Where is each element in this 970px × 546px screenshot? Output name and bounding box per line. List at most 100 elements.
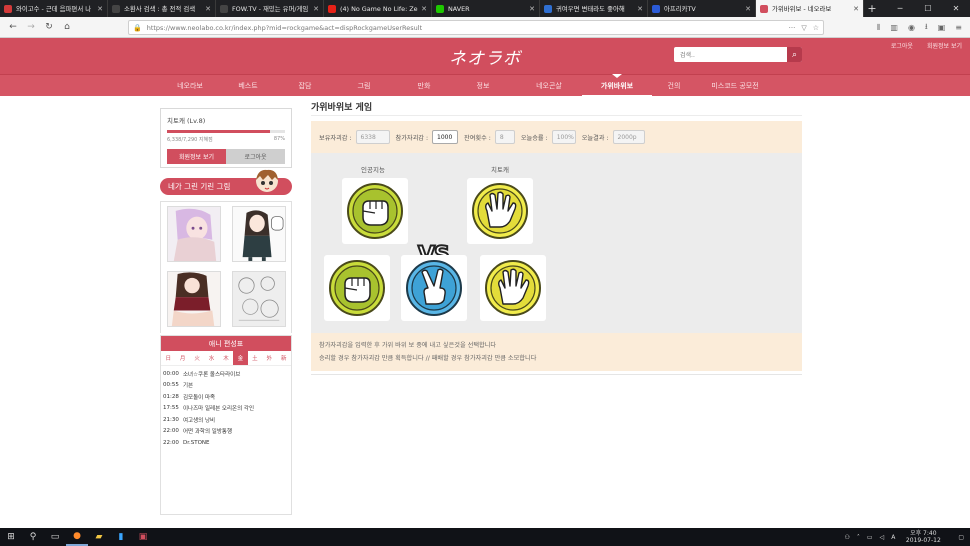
menu-icon[interactable]: ≡ bbox=[955, 23, 962, 32]
tab-close-icon[interactable]: ✕ bbox=[745, 5, 751, 13]
scissors-button[interactable] bbox=[401, 255, 467, 321]
menu-item[interactable]: 잡담 bbox=[276, 75, 334, 97]
tab-close-icon[interactable]: ✕ bbox=[421, 5, 427, 13]
tab-close-icon[interactable]: ✕ bbox=[97, 5, 103, 13]
site-search-input[interactable]: 검색.. ⌕ bbox=[674, 47, 802, 62]
firefox-icon[interactable]: ● bbox=[66, 528, 88, 546]
profile-link[interactable]: 회원정보 보기 bbox=[927, 41, 962, 50]
new-tab-icon[interactable]: + bbox=[864, 0, 880, 17]
schedule-row[interactable]: 21:30 여고생의 낭비 bbox=[161, 414, 291, 426]
minimize-icon[interactable]: ─ bbox=[886, 0, 914, 17]
day-tab[interactable]: 金 bbox=[233, 351, 248, 365]
app-icon[interactable]: ▮ bbox=[110, 528, 132, 546]
clock-time: 오후 7:40 bbox=[910, 530, 937, 537]
more-icon[interactable]: ··· bbox=[789, 24, 796, 32]
menu-item[interactable]: 만화 bbox=[394, 75, 454, 97]
tab-close-icon[interactable]: ✕ bbox=[313, 5, 319, 13]
lock-icon: 🔒 bbox=[133, 23, 142, 32]
menu-item[interactable]: 건의 bbox=[648, 75, 700, 97]
browser-tab[interactable]: 아프리카TV ✕ bbox=[648, 0, 756, 17]
pocket-icon[interactable]: ▽ bbox=[801, 24, 806, 32]
day-tab[interactable]: 外 bbox=[262, 351, 276, 365]
network-icon[interactable]: ▭ bbox=[867, 534, 873, 541]
notification-icon[interactable]: ▢ bbox=[958, 534, 964, 541]
site-logo[interactable]: ネオラボ bbox=[449, 44, 521, 69]
tab-close-icon[interactable]: ✕ bbox=[853, 5, 859, 13]
clock[interactable]: 오후 7:40 2019-07-12 bbox=[901, 530, 945, 544]
day-tab[interactable]: 日 bbox=[161, 351, 175, 365]
schedule-row[interactable]: 00:00 소녀☆쿠론 올스타라이브 bbox=[161, 368, 291, 380]
file-explorer-icon[interactable]: ▰ bbox=[88, 528, 110, 546]
schedule-row[interactable]: 01:28 김모돌이 마족 bbox=[161, 391, 291, 403]
gallery-thumbnail[interactable] bbox=[166, 271, 221, 327]
paint-app-icon[interactable]: ▣ bbox=[132, 528, 154, 546]
maximize-icon[interactable]: ☐ bbox=[914, 0, 942, 17]
menu-item[interactable]: 네오곤살 bbox=[512, 75, 586, 97]
paper-button[interactable] bbox=[480, 255, 546, 321]
day-tab[interactable]: 水 bbox=[204, 351, 218, 365]
close-window-icon[interactable]: ✕ bbox=[942, 0, 970, 17]
logout-link[interactable]: 로그아웃 bbox=[891, 41, 913, 50]
person-icon[interactable]: ⚇ bbox=[845, 534, 850, 541]
windows-start-icon[interactable]: ⊞ bbox=[0, 528, 22, 546]
sidebar-icon[interactable]: ▥ bbox=[890, 23, 898, 32]
home-icon[interactable]: ⌂ bbox=[58, 18, 76, 36]
url-bar[interactable]: 🔒 https://www.neolabo.co.kr/index.php?mi… bbox=[128, 20, 824, 35]
library-icon[interactable]: ⫴ bbox=[877, 23, 880, 33]
browser-tab[interactable]: 가위바위보 - 네오라보 ✕ bbox=[756, 0, 864, 17]
tab-close-icon[interactable]: ✕ bbox=[529, 5, 535, 13]
menu-item[interactable]: 네오라보 bbox=[160, 75, 220, 97]
bet-amount-input[interactable]: 1000 bbox=[432, 130, 459, 144]
chevron-up-icon[interactable]: ˄ bbox=[857, 534, 860, 541]
input-language[interactable]: A bbox=[891, 534, 895, 541]
browser-tab[interactable]: 와이고수 - 근데 음파편서 나 ✕ bbox=[0, 0, 108, 17]
day-tab[interactable]: 新 bbox=[277, 351, 291, 365]
rock-button[interactable] bbox=[324, 255, 390, 321]
search-button[interactable]: ⌕ bbox=[787, 47, 802, 62]
info-field-label: 참가자괴감 : bbox=[395, 134, 429, 142]
day-tab[interactable]: 土 bbox=[248, 351, 262, 365]
menu-item[interactable]: 미스코드 공모전 bbox=[700, 75, 770, 97]
schedule-row[interactable]: 22:00 어떤 과학의 일방통행 bbox=[161, 426, 291, 438]
tab-close-icon[interactable]: ✕ bbox=[637, 5, 643, 13]
volume-icon[interactable]: ◁ bbox=[880, 534, 885, 541]
menu-item[interactable]: 정보 bbox=[454, 75, 512, 97]
task-view-icon[interactable]: ▭ bbox=[44, 528, 66, 546]
day-tab[interactable]: 火 bbox=[190, 351, 204, 365]
schedule-row[interactable]: 17:55 이나즈마 일레븐 오리온의 각인 bbox=[161, 403, 291, 415]
extension-icon[interactable]: ◉ bbox=[908, 23, 915, 32]
gallery-thumbnail[interactable] bbox=[231, 271, 286, 327]
tab-close-icon[interactable]: ✕ bbox=[205, 5, 211, 13]
forward-icon[interactable]: → bbox=[22, 18, 40, 36]
browser-tab[interactable]: 소환사 검색 : 총 전적 검색 ✕ bbox=[108, 0, 216, 17]
back-icon[interactable]: ← bbox=[4, 18, 22, 36]
anime-girl-image bbox=[167, 207, 220, 261]
day-tab[interactable]: 木 bbox=[219, 351, 233, 365]
browser-tab[interactable]: FOW.TV - 재밌는 유머/게임 ✕ bbox=[216, 0, 324, 17]
addon-icon[interactable]: ▣ bbox=[938, 23, 946, 32]
drawing-gallery bbox=[160, 201, 292, 333]
logout-button[interactable]: 로그아웃 bbox=[226, 149, 285, 164]
browser-tab[interactable]: (4) No Game No Life: Ze ✕ bbox=[324, 0, 432, 17]
menu-item[interactable]: 베스트 bbox=[220, 75, 276, 97]
drawing-banner[interactable]: 네가 그린 기린 그림 bbox=[160, 169, 292, 195]
browser-tab[interactable]: NAVER ✕ bbox=[432, 0, 540, 17]
browser-tab[interactable]: 귀여우면 변태라도 좋아해 ✕ bbox=[540, 0, 648, 17]
menu-item[interactable]: 가위바위보 bbox=[582, 74, 652, 97]
schedule-time: 01:28 bbox=[163, 393, 179, 400]
menu-item[interactable]: 그림 bbox=[334, 75, 394, 97]
gallery-thumbnail[interactable] bbox=[166, 206, 221, 262]
profile-button[interactable]: 회원정보 보기 bbox=[167, 149, 226, 164]
bookmark-star-icon[interactable]: ☆ bbox=[813, 24, 819, 32]
schedule-row[interactable]: 22:00 Dr.STONE bbox=[161, 437, 291, 449]
day-tab[interactable]: 月 bbox=[175, 351, 189, 365]
info-field-label: 잔여횟수 : bbox=[464, 134, 491, 142]
download-icon[interactable]: ⭳ bbox=[925, 21, 928, 35]
tab-favicon-icon bbox=[328, 4, 336, 13]
gallery-thumbnail[interactable] bbox=[231, 206, 286, 262]
schedule-row[interactable]: 00:55 기븐 bbox=[161, 380, 291, 392]
search-placeholder: 검색.. bbox=[680, 52, 695, 59]
reload-icon[interactable]: ↻ bbox=[40, 18, 58, 36]
search-icon[interactable]: ⚲ bbox=[22, 528, 44, 546]
tab-title: 소환사 검색 : 총 전적 검색 bbox=[124, 5, 196, 13]
